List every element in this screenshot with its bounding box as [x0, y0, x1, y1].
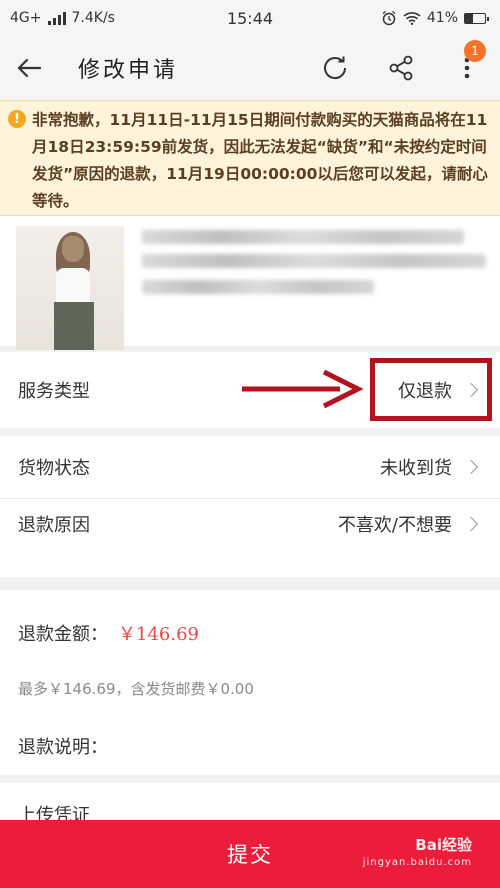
battery-icon: [464, 12, 489, 24]
battery-percent: 41%: [426, 10, 458, 26]
product-title-blurred: [142, 230, 464, 244]
product-thumbnail: [16, 226, 124, 350]
page-title: 修改申请: [78, 58, 179, 83]
refund-amount-hint: 最多￥146.69，含发货邮费￥0.00: [18, 680, 254, 698]
notification-badge: 1: [464, 40, 486, 62]
product-title-blurred-2: [142, 254, 486, 268]
refresh-button[interactable]: [302, 36, 368, 100]
refund-amount-input[interactable]: ￥146.69: [118, 620, 199, 646]
share-button[interactable]: [368, 36, 434, 100]
refresh-icon: [324, 56, 347, 80]
watermark-brand: Bai经验: [415, 836, 472, 854]
refund-details-section: 退款金额： ￥146.69 最多￥146.69，含发货邮费￥0.00 退款说明：: [0, 590, 500, 775]
refund-reason-label: 退款原因: [18, 515, 90, 536]
refund-reason-row[interactable]: 退款原因 不喜欢/不想要: [0, 499, 500, 577]
wifi-icon: [403, 12, 421, 25]
product-spec-blurred: [142, 280, 374, 294]
status-right: 41%: [381, 10, 489, 26]
watermark-url: jingyan.baidu.com: [362, 857, 472, 868]
refund-reason-value: 不喜欢/不想要: [337, 515, 452, 536]
refund-description-field[interactable]: 退款说明：: [18, 733, 108, 759]
baidu-jingyan-watermark: Bai经验 jingyan.baidu.com: [363, 836, 472, 872]
goods-status-row[interactable]: 货物状态 未收到货: [0, 436, 500, 498]
product-card[interactable]: [0, 216, 500, 350]
network-speed: 7.4K/s: [71, 10, 115, 26]
annotation-arrow-icon: [242, 369, 364, 409]
alarm-icon: [382, 10, 396, 26]
annotation-highlight-box: [370, 358, 492, 421]
chevron-right-icon: [463, 459, 479, 475]
share-icon: [389, 55, 413, 81]
signal-icon: [47, 11, 66, 25]
notice-banner: ! 非常抱歉，11月11日-11月15日期间付款购买的天猫商品将在11月18日2…: [0, 100, 500, 216]
back-button[interactable]: [0, 36, 58, 100]
goods-status-label: 货物状态: [18, 458, 90, 479]
refund-amount-label: 退款金额：: [18, 624, 108, 645]
network-type: 4G+: [10, 10, 42, 26]
chevron-right-icon: [463, 516, 479, 532]
submit-label: 提交: [227, 843, 273, 867]
notice-text: 非常抱歉，11月11日-11月15日期间付款购买的天猫商品将在11月18日23:…: [32, 111, 488, 210]
warning-icon: !: [8, 110, 26, 128]
more-button[interactable]: 1: [434, 36, 500, 100]
back-arrow-icon: [17, 58, 42, 78]
status-bar: 4G+ 7.4K/s 15:44 41%: [0, 0, 500, 36]
goods-status-value: 未收到货: [380, 458, 452, 479]
nav-bar: 修改申请 1: [0, 36, 500, 100]
status-left: 4G+ 7.4K/s: [10, 10, 115, 26]
